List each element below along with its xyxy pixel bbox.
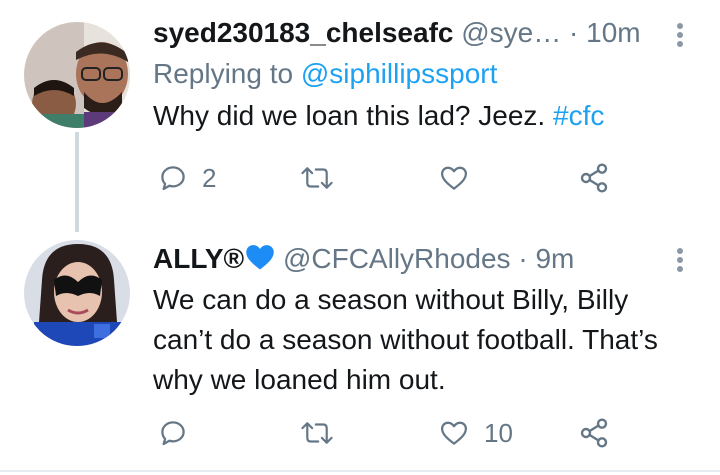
handle[interactable]: @CFCAllyRhodes bbox=[283, 243, 511, 274]
timestamp[interactable]: 10m bbox=[586, 17, 640, 48]
display-name[interactable]: syed230183_chelseafc bbox=[153, 17, 453, 48]
share-button[interactable] bbox=[578, 413, 610, 453]
avatar-photo bbox=[24, 240, 130, 346]
retweet-icon bbox=[301, 167, 333, 189]
tweet-reply-2[interactable]: ALLY® @CFCAllyRhodes · 9m We can do a se… bbox=[0, 225, 720, 470]
replying-to: Replying to @siphillipssport bbox=[153, 56, 497, 92]
like-button[interactable] bbox=[438, 158, 484, 198]
replying-to-link[interactable]: @siphillipssport bbox=[301, 58, 498, 89]
blue-heart-icon bbox=[245, 243, 275, 279]
bottom-divider bbox=[0, 470, 720, 472]
handle[interactable]: @sye… bbox=[461, 17, 561, 48]
like-button[interactable]: 10 bbox=[438, 413, 513, 453]
tweet-reply-1[interactable]: syed230183_chelseafc @sye… · 10m Replyin… bbox=[0, 0, 720, 232]
timestamp[interactable]: 9m bbox=[535, 243, 574, 274]
reply-button[interactable]: 2 bbox=[158, 158, 216, 198]
more-options-icon[interactable] bbox=[668, 245, 692, 275]
reply-icon bbox=[161, 166, 185, 191]
avatar[interactable] bbox=[24, 240, 130, 346]
share-icon bbox=[580, 418, 608, 448]
more-options-icon[interactable] bbox=[668, 20, 692, 50]
like-icon bbox=[441, 166, 467, 190]
action-bar: 10 bbox=[0, 413, 720, 453]
separator-dot: · bbox=[518, 243, 528, 274]
tweet-text-content: Why did we loan this lad? Jeez. bbox=[153, 100, 546, 131]
avatar-photo bbox=[24, 22, 130, 128]
share-icon bbox=[580, 163, 608, 193]
retweet-button[interactable] bbox=[300, 158, 348, 198]
like-icon bbox=[441, 421, 467, 445]
share-button[interactable] bbox=[578, 158, 610, 198]
tweet-text: Why did we loan this lad? Jeez. #cfc bbox=[153, 96, 604, 136]
avatar[interactable] bbox=[24, 22, 130, 128]
action-bar: 2 bbox=[0, 158, 720, 198]
like-count: 10 bbox=[484, 417, 513, 448]
reply-button[interactable] bbox=[158, 413, 202, 453]
display-name[interactable]: ALLY® bbox=[153, 243, 244, 274]
separator-dot: · bbox=[569, 17, 579, 48]
tweet-header: syed230183_chelseafc @sye… · 10m bbox=[153, 16, 660, 50]
tweet-text: We can do a season without Billy, Billy … bbox=[153, 284, 658, 395]
replying-label: Replying to bbox=[153, 58, 294, 89]
retweet-button[interactable] bbox=[300, 413, 348, 453]
reply-count: 2 bbox=[202, 162, 217, 193]
retweet-icon bbox=[301, 422, 333, 444]
hashtag-link[interactable]: #cfc bbox=[553, 100, 604, 131]
tweet-header: ALLY® @CFCAllyRhodes · 9m bbox=[153, 242, 660, 279]
reply-icon bbox=[161, 421, 185, 446]
